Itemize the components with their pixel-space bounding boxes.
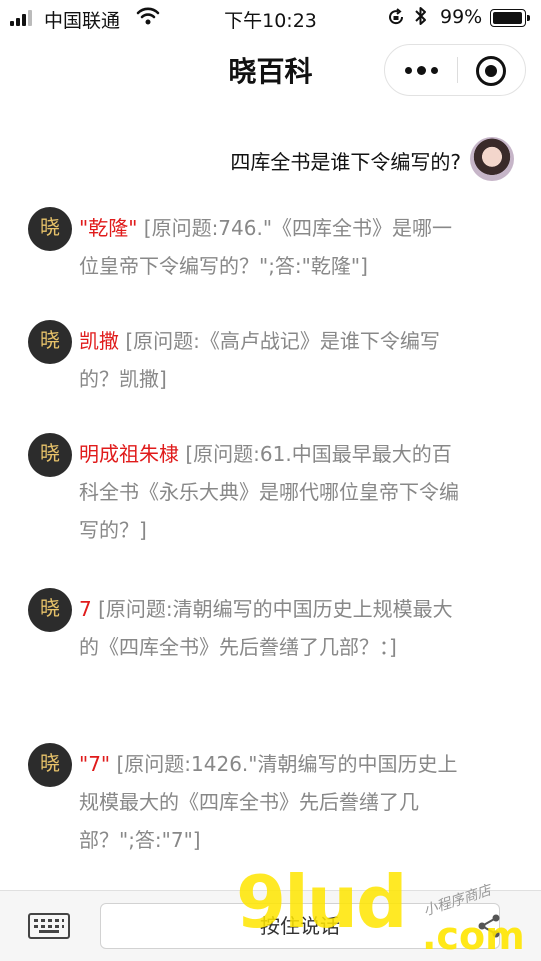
source-detail: [原问题:清朝编写的中国历史上规模最大的《四库全书》先后誊缮了几部？：] (79, 597, 453, 659)
share-icon[interactable] (476, 913, 502, 939)
user-avatar (470, 137, 514, 181)
bluetooth-icon (414, 5, 428, 32)
bot-message: 明成祖朱棣 [原问题:61.中国最早最大的百科全书《永乐大典》是哪代哪位皇帝下令… (79, 435, 469, 549)
answer-text: 7 (79, 597, 92, 621)
bot-message: "7" [原问题:1426."清朝编写的中国历史上规模最大的《四库全书》先后誊缮… (79, 745, 469, 859)
rotation-lock-icon (386, 7, 406, 32)
bot-avatar: 晓 (28, 320, 72, 364)
user-message: 四库全书是谁下令编写的? (230, 150, 461, 174)
bot-avatar: 晓 (28, 433, 72, 477)
bot-avatar: 晓 (28, 207, 72, 251)
answer-text: 凯撒 (79, 329, 119, 353)
navigation-bar: 晓百科 (0, 36, 541, 100)
bot-message: 凯撒 [原问题:《高卢战记》是谁下令编写的？凯撒] (79, 322, 469, 398)
answer-text: "乾隆" (79, 216, 138, 240)
source-detail: [原问题:《高卢战记》是谁下令编写的？凯撒] (79, 329, 440, 391)
answer-text: "7" (79, 752, 111, 776)
battery-icon (490, 9, 530, 27)
hold-to-talk-button[interactable]: 按住说话 (100, 903, 500, 949)
bot-avatar: 晓 (28, 743, 72, 787)
bot-message: 7 [原问题:清朝编写的中国历史上规模最大的《四库全书》先后誊缮了几部？：] (79, 590, 469, 666)
more-options-icon[interactable] (403, 45, 453, 95)
keyboard-icon[interactable] (28, 913, 70, 939)
answer-text: 明成祖朱棣 (79, 442, 179, 466)
status-bar: 中国联通 下午10:23 99% (0, 0, 541, 36)
bot-message: "乾隆" [原问题:746."《四库全书》是哪一位皇帝下令编写的？";答:"乾隆… (79, 209, 469, 285)
miniprogram-capsule (384, 44, 526, 96)
close-miniprogram-icon[interactable] (476, 56, 506, 86)
battery-percent: 99% (440, 6, 483, 28)
input-bar: 按住说话 (0, 890, 541, 961)
capsule-divider (457, 57, 458, 83)
bot-avatar: 晓 (28, 588, 72, 632)
source-detail: [原问题:1426."清朝编写的中国历史上规模最大的《四库全书》先后誊缮了几部？… (79, 752, 458, 852)
